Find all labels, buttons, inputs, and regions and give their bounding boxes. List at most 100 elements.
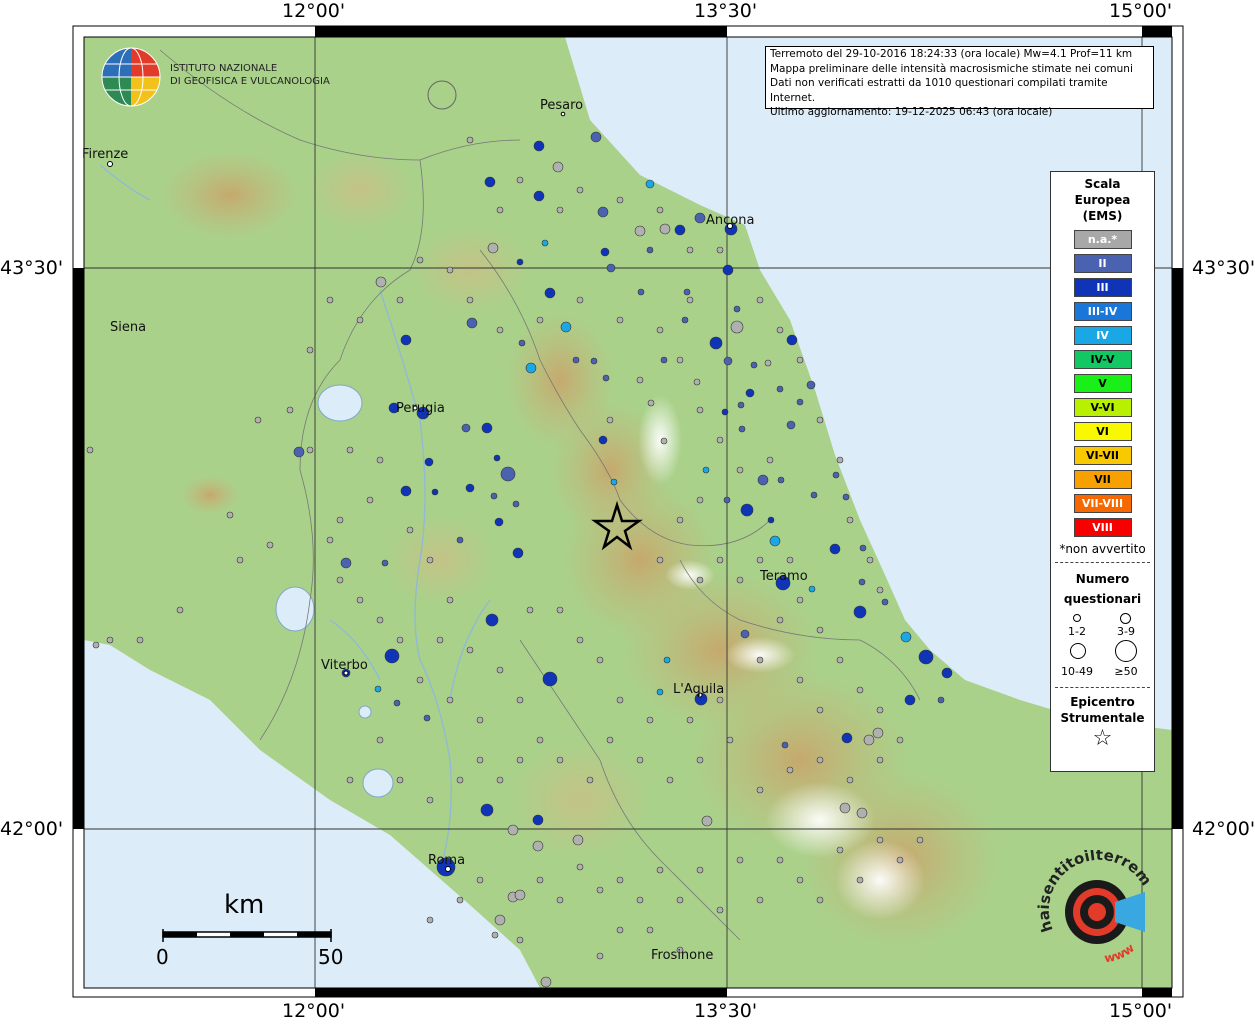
observation-point	[602, 374, 610, 382]
observation-point	[431, 488, 439, 496]
observation-point	[616, 316, 624, 324]
observation-point	[616, 926, 624, 934]
observation-point	[796, 356, 804, 364]
observation-point	[476, 876, 484, 884]
observation-point	[400, 485, 412, 497]
observation-point	[400, 334, 412, 346]
ems-scale-list: n.a.* II III III-IV IV IV-V V V-VI VI VI-VII VII VI…	[1051, 230, 1154, 537]
observation-point	[542, 671, 558, 687]
observation-point	[436, 636, 444, 644]
ingv-name-line2: DI GEOFISICA E VULCANOLOGIA	[170, 76, 330, 87]
observation-point	[426, 916, 434, 924]
observation-point	[396, 296, 404, 304]
observation-point	[796, 398, 804, 406]
observation-point	[786, 420, 796, 430]
observation-point	[426, 796, 434, 804]
size-circle-xlarge	[1115, 640, 1137, 662]
observation-point	[576, 636, 584, 644]
observation-point	[485, 613, 499, 627]
coord-top-1: 12°00'	[282, 0, 346, 22]
observation-point	[106, 636, 114, 644]
observation-point	[776, 856, 784, 864]
observation-point	[610, 478, 618, 486]
observation-point	[733, 305, 741, 313]
observation-point	[500, 466, 516, 482]
epicentro-title-line1: Epicentro	[1070, 695, 1135, 709]
legend-title-line1: Scala	[1084, 177, 1121, 191]
observation-point	[266, 541, 274, 549]
observation-point	[541, 239, 549, 247]
ems-scale-item: IV	[1073, 326, 1132, 345]
ems-scale-item: II	[1073, 254, 1132, 273]
observation-point	[536, 316, 544, 324]
observation-point	[356, 316, 364, 324]
observation-point	[876, 706, 884, 714]
observation-point	[490, 492, 498, 500]
observation-point	[236, 556, 244, 564]
observation-point	[346, 776, 354, 784]
observation-point	[767, 516, 775, 524]
observation-point	[808, 585, 816, 593]
event-info-box: Terremoto del 29-10-2016 18:24:33 (ora l…	[765, 46, 1154, 118]
observation-point	[606, 263, 616, 273]
observation-point	[721, 408, 729, 416]
observation-point	[816, 626, 824, 634]
observation-point	[796, 876, 804, 884]
observation-point	[656, 326, 664, 334]
observation-point	[556, 756, 564, 764]
epicentro-title-line2: Strumentale	[1060, 711, 1145, 725]
ems-scale-item: VIII	[1073, 518, 1132, 537]
observation-point	[816, 706, 824, 714]
observation-point	[306, 446, 314, 454]
observation-point	[842, 493, 850, 501]
coord-right-1: 43°30'	[1192, 257, 1255, 279]
epicentro-title: Epicentro Strumentale	[1051, 694, 1154, 726]
observation-point	[716, 246, 724, 254]
observation-point	[396, 636, 404, 644]
observation-point	[736, 576, 744, 584]
observation-point	[446, 696, 454, 704]
ems-scale-item: VII	[1073, 470, 1132, 489]
lake-bracciano	[362, 768, 394, 798]
event-info-line4: Ultimo aggiornamento: 19-12-2025 06:43 (…	[770, 106, 1053, 118]
haisentito-logo-graphic: haisentitoilterremoto.it www	[1030, 836, 1156, 965]
observation-point	[512, 547, 524, 559]
observation-point	[533, 140, 545, 152]
size-label-3: 10-49	[1061, 665, 1093, 678]
observation-point	[866, 556, 874, 564]
observation-point	[776, 385, 784, 393]
observation-point	[876, 586, 884, 594]
observation-point	[556, 896, 564, 904]
observation-point	[796, 676, 804, 684]
observation-point	[937, 696, 945, 704]
observation-point	[518, 339, 526, 347]
observation-point	[496, 326, 504, 334]
observation-point	[709, 336, 723, 350]
observation-point	[636, 376, 644, 384]
observation-point	[596, 886, 604, 894]
observation-point	[646, 926, 654, 934]
observation-point	[466, 317, 478, 329]
ems-scale-item: VII-VIII	[1073, 494, 1132, 513]
observation-point	[941, 667, 953, 679]
observation-point	[616, 876, 624, 884]
observation-point	[556, 606, 564, 614]
observation-point	[806, 380, 816, 390]
observation-point	[686, 716, 694, 724]
observation-point	[466, 296, 474, 304]
observation-point	[516, 756, 524, 764]
observation-point	[716, 906, 724, 914]
observation-point	[616, 196, 624, 204]
questionari-title: Numero questionari	[1051, 569, 1154, 609]
haisentito-logo: haisentitoilterremoto.it www	[1030, 836, 1165, 980]
observation-point	[616, 696, 624, 704]
observation-point	[356, 596, 364, 604]
scale-end: 50	[318, 945, 344, 969]
observation-point	[525, 362, 537, 374]
observation-point	[481, 422, 493, 434]
observation-point	[496, 776, 504, 784]
observation-point	[738, 425, 746, 433]
observation-point	[656, 866, 664, 874]
observation-point	[846, 516, 854, 524]
observation-point	[516, 696, 524, 704]
